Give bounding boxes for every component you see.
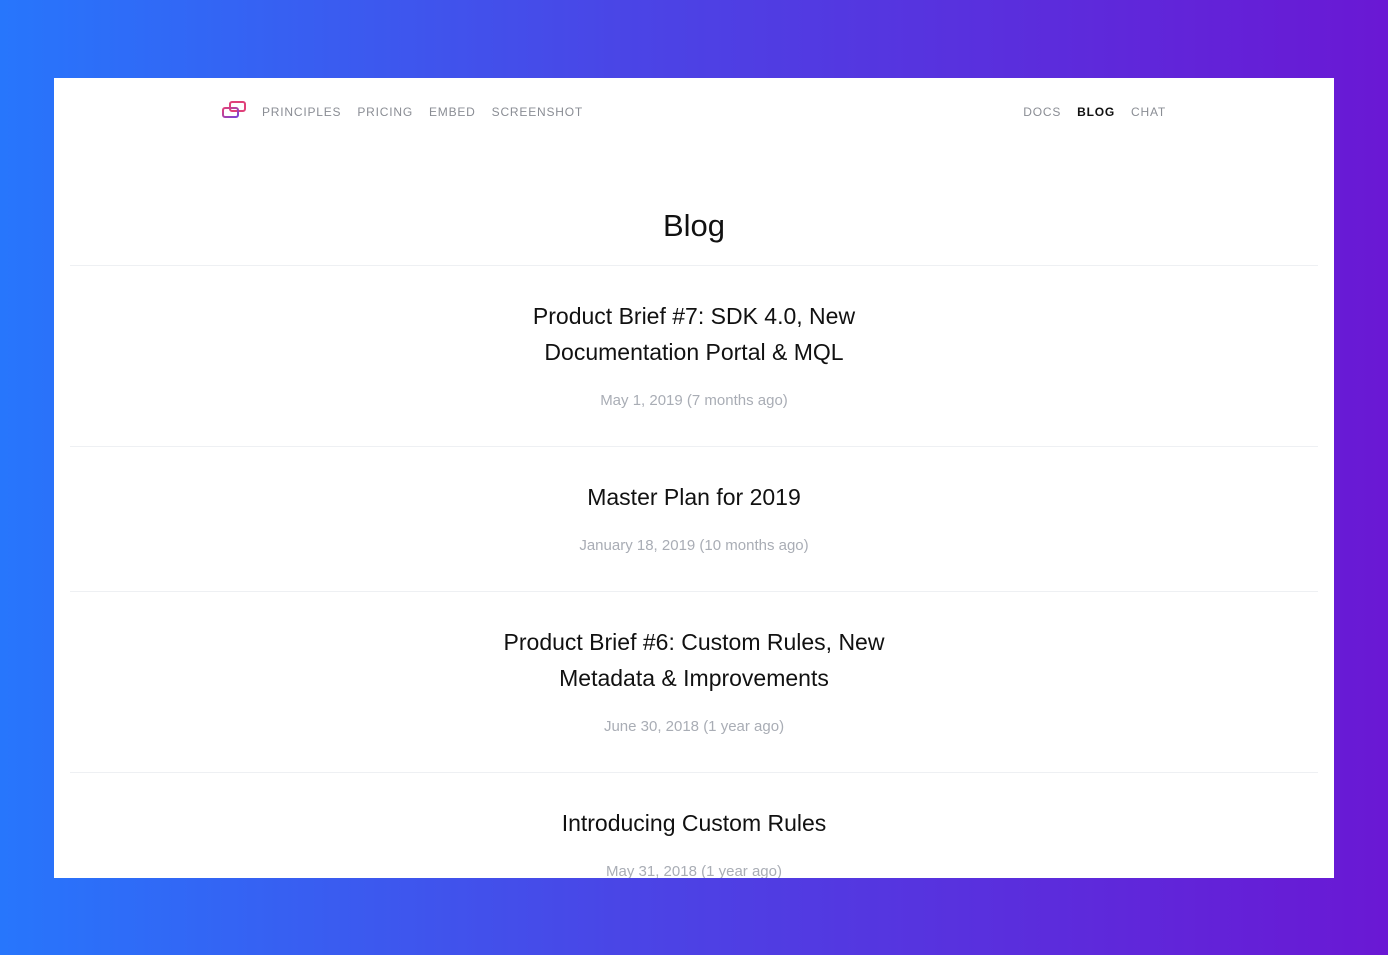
nav-link-pricing[interactable]: PRICING (357, 105, 413, 119)
nav-right-links: DOCS BLOG CHAT (1023, 105, 1166, 119)
blog-post-date: June 30, 2018 (1 year ago) (603, 718, 785, 735)
nav-link-blog[interactable]: BLOG (1077, 105, 1115, 119)
blog-post-title-link[interactable]: Product Brief #7: SDK 4.0, New Documenta… (474, 298, 914, 370)
blog-post-title-link[interactable]: Product Brief #6: Custom Rules, New Meta… (474, 624, 914, 696)
nav-link-chat[interactable]: CHAT (1131, 105, 1166, 119)
blog-post-date: May 31, 2018 (1 year ago) (606, 863, 782, 878)
nav-link-screenshot[interactable]: SCREENSHOT (492, 105, 583, 119)
blog-post-date: January 18, 2019 (10 months ago) (579, 537, 809, 554)
nav-link-embed[interactable]: EMBED (429, 105, 476, 119)
browser-page: PRINCIPLES PRICING EMBED SCREENSHOT DOCS… (54, 78, 1334, 878)
blog-post: Master Plan for 2019 January 18, 2019 (1… (70, 446, 1318, 591)
blog-post-title-link[interactable]: Master Plan for 2019 (474, 479, 914, 515)
blog-post: Product Brief #6: Custom Rules, New Meta… (70, 591, 1318, 772)
blog-post: Product Brief #7: SDK 4.0, New Documenta… (70, 265, 1318, 446)
blog-post-date: May 1, 2019 (7 months ago) (600, 392, 788, 409)
top-navigation: PRINCIPLES PRICING EMBED SCREENSHOT DOCS… (54, 78, 1334, 144)
logo-icon[interactable] (221, 100, 247, 120)
blog-post: Introducing Custom Rules May 31, 2018 (1… (70, 772, 1318, 878)
page-title: Blog (662, 208, 726, 243)
blog-post-list: Product Brief #7: SDK 4.0, New Documenta… (70, 265, 1318, 878)
blog-post-title-link[interactable]: Introducing Custom Rules (474, 805, 914, 841)
nav-left-links: PRINCIPLES PRICING EMBED SCREENSHOT (262, 105, 583, 119)
nav-link-docs[interactable]: DOCS (1023, 105, 1061, 119)
nav-link-principles[interactable]: PRINCIPLES (262, 105, 341, 119)
